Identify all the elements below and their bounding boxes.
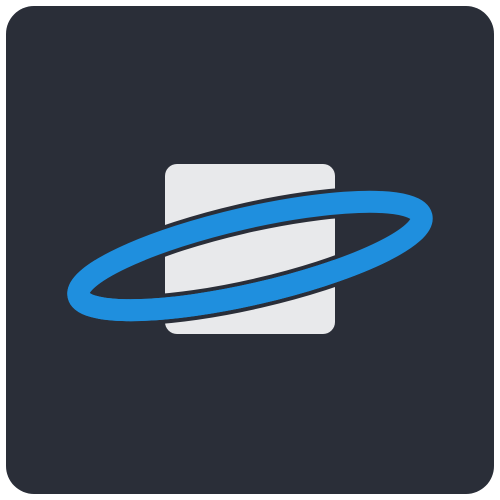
app-icon-tile: [6, 6, 494, 494]
icon-canvas: [0, 0, 500, 500]
planet-ring-icon: [67, 164, 433, 334]
